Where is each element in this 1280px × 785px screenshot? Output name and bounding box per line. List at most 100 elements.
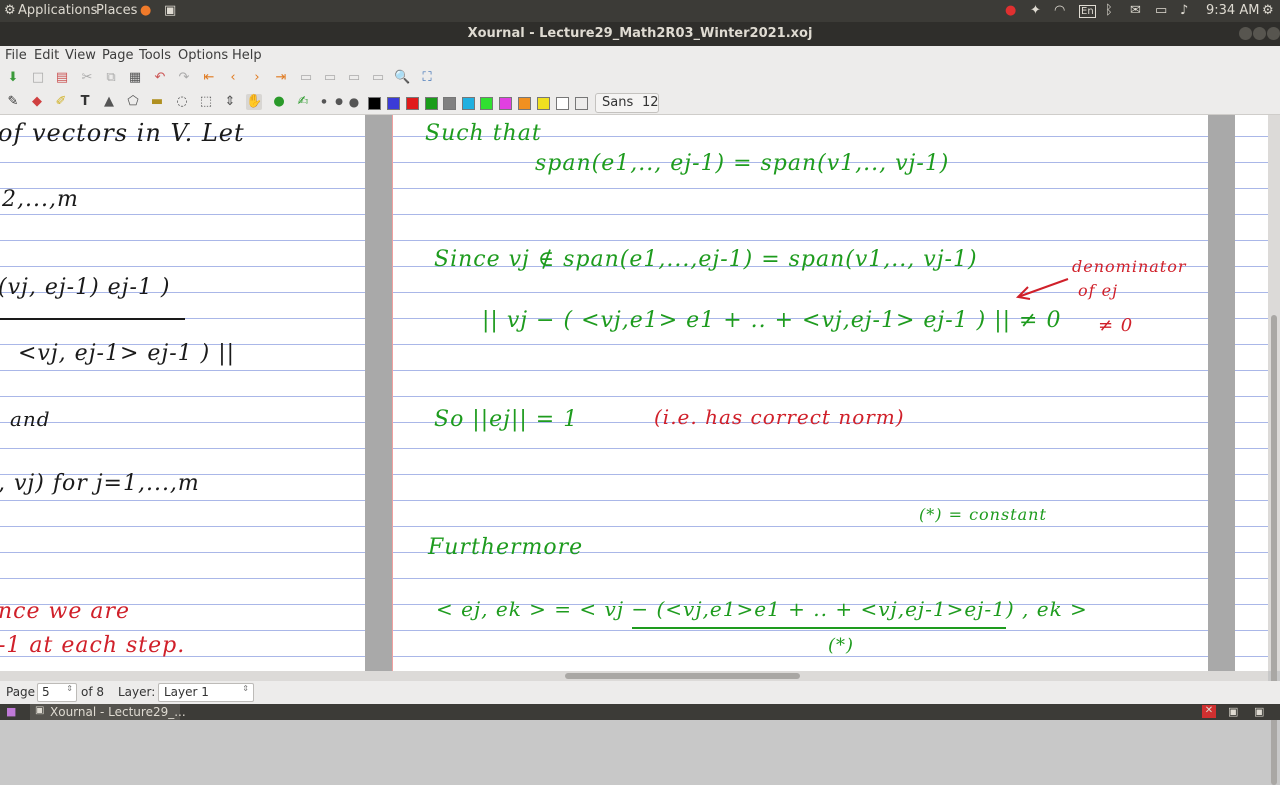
- menu-page[interactable]: Page: [102, 48, 133, 63]
- zoom-fit-icon[interactable]: ▭: [322, 70, 338, 86]
- pen-icon[interactable]: ✎: [5, 94, 21, 110]
- copy-icon[interactable]: ⧉: [103, 70, 119, 86]
- open-icon[interactable]: ▤: [54, 70, 70, 86]
- drawing-canvas[interactable]: of vectors in V. Let 2,...,m (vj, ej-1) …: [0, 115, 1268, 671]
- workspace-switcher-icon[interactable]: ▣: [1254, 705, 1264, 718]
- fullscreen-icon[interactable]: ⛶: [419, 70, 435, 86]
- ink-correct-norm: (i.e. has correct norm): [654, 405, 905, 429]
- dropdown-arrows-icon[interactable]: ⇕: [242, 684, 249, 693]
- terminal-icon[interactable]: ▣: [164, 3, 176, 18]
- vertical-scrollbar[interactable]: [1268, 115, 1280, 785]
- color-red[interactable]: [406, 97, 419, 110]
- color-light-blue[interactable]: [462, 97, 475, 110]
- zoom-in-icon[interactable]: ▭: [370, 70, 386, 86]
- color-custom[interactable]: [575, 97, 588, 110]
- underline: [632, 627, 1006, 629]
- color-green[interactable]: [425, 97, 438, 110]
- gear-icon[interactable]: ⚙: [4, 3, 16, 18]
- menu-view[interactable]: View: [65, 48, 96, 63]
- battery-icon[interactable]: ▭: [1155, 3, 1167, 18]
- cut-icon[interactable]: ✂: [79, 70, 95, 86]
- new-icon[interactable]: □: [30, 70, 46, 86]
- next-page-icon[interactable]: ›: [249, 70, 265, 86]
- layer-select[interactable]: Layer 1 ⇕: [158, 683, 254, 702]
- paste-icon[interactable]: ▦: [127, 70, 143, 86]
- keyboard-layout-indicator[interactable]: En: [1079, 5, 1096, 18]
- dropbox-icon[interactable]: ✦: [1030, 3, 1041, 18]
- applications-menu[interactable]: Applications: [18, 3, 97, 18]
- show-desktop-icon[interactable]: ■: [6, 705, 16, 718]
- ruler-icon[interactable]: ▬: [149, 94, 165, 110]
- default-pen-icon[interactable]: ●: [271, 94, 287, 110]
- color-yellow[interactable]: [537, 97, 550, 110]
- trash-icon[interactable]: ✕: [1202, 705, 1216, 718]
- workspace-icon[interactable]: ▣: [1228, 705, 1238, 718]
- first-page-icon[interactable]: ⇤: [201, 70, 217, 86]
- color-blue[interactable]: [387, 97, 400, 110]
- medium-stroke-icon[interactable]: ●: [331, 94, 347, 110]
- places-menu[interactable]: Places: [96, 3, 137, 18]
- window-title: Xournal - Lecture29_Math2R03_Winter2021.…: [467, 26, 813, 41]
- redo-icon[interactable]: ↷: [176, 70, 192, 86]
- mail-icon[interactable]: ✉: [1130, 3, 1141, 18]
- vertical-space-icon[interactable]: ⇕: [222, 94, 238, 110]
- menu-tools[interactable]: Tools: [139, 48, 171, 63]
- save-icon[interactable]: ⬇: [5, 70, 21, 86]
- image-tool-icon[interactable]: ▲: [101, 94, 117, 110]
- search-icon[interactable]: 🔍: [394, 70, 410, 86]
- spinner-arrows-icon[interactable]: ⇕: [66, 684, 73, 693]
- lasso-select-icon[interactable]: ◌: [174, 94, 190, 110]
- zoom-100-icon[interactable]: ▭: [346, 70, 362, 86]
- maximize-button[interactable]: [1253, 27, 1266, 40]
- thick-stroke-icon[interactable]: ●: [346, 94, 362, 110]
- ink-since-line: Since vj ∉ span(e1,...,ej-1) = span(v1,.…: [434, 247, 978, 272]
- layer-value: Layer 1: [164, 685, 209, 699]
- ink-norm-nonzero: || vj − ( <vj,e1> e1 + .. + <vj,ej-1> ej…: [482, 308, 1062, 333]
- highlighter-icon[interactable]: ✐: [53, 94, 69, 110]
- color-white[interactable]: [556, 97, 569, 110]
- taskbar-item-label: Xournal - Lecture29_...: [50, 705, 186, 719]
- minimize-button[interactable]: [1239, 27, 1252, 40]
- ink-star: (*): [828, 635, 855, 656]
- clock[interactable]: 9:34 AM: [1206, 3, 1259, 18]
- wifi-icon[interactable]: ◠: [1054, 3, 1065, 18]
- horizontal-scrollbar[interactable]: [0, 671, 1268, 681]
- menu-options[interactable]: Options: [178, 48, 228, 63]
- menu-file[interactable]: File: [5, 48, 27, 63]
- last-page-icon[interactable]: ⇥: [273, 70, 289, 86]
- ink-left-8: -1 at each step.: [0, 633, 186, 658]
- system-gear-icon[interactable]: ⚙: [1262, 3, 1274, 18]
- volume-icon[interactable]: ♪: [1180, 3, 1188, 18]
- menu-help[interactable]: Help: [232, 48, 262, 63]
- thin-stroke-icon[interactable]: ●: [316, 94, 332, 110]
- note-constant: (*) = constant: [919, 505, 1047, 524]
- menu-edit[interactable]: Edit: [34, 48, 59, 63]
- font-button[interactable]: Sans 12: [595, 93, 659, 113]
- page-number-input[interactable]: 5 ⇕: [37, 683, 77, 702]
- horizontal-scrollbar-thumb[interactable]: [565, 673, 800, 679]
- color-magenta[interactable]: [499, 97, 512, 110]
- eraser-icon[interactable]: ◆: [29, 94, 45, 110]
- close-button[interactable]: [1267, 27, 1280, 40]
- previous-page-icon[interactable]: ‹: [225, 70, 241, 86]
- taskbar-item-xournal[interactable]: Xournal - Lecture29_... ▣: [30, 704, 186, 720]
- zoom-out-icon[interactable]: ▭: [298, 70, 314, 86]
- color-orange[interactable]: [518, 97, 531, 110]
- bluetooth-icon[interactable]: ᛒ: [1105, 3, 1113, 18]
- undo-icon[interactable]: ↶: [152, 70, 168, 86]
- page-previous[interactable]: of vectors in V. Let 2,...,m (vj, ej-1) …: [0, 115, 365, 671]
- color-gray[interactable]: [443, 97, 456, 110]
- top-panel: ⚙ Applications Places ● ▣ ● ✦ ◠ En ᛒ ✉ ▭…: [0, 0, 1280, 22]
- default-tool-icon[interactable]: ✍: [295, 94, 311, 110]
- recording-icon[interactable]: ●: [1005, 3, 1016, 18]
- page-next[interactable]: [1235, 115, 1268, 671]
- page-current[interactable]: Such that span(e1,.., ej-1) = span(v1,..…: [392, 115, 1208, 671]
- text-tool-icon[interactable]: T: [77, 94, 93, 110]
- color-black[interactable]: [368, 97, 381, 110]
- note-denominator: denominator: [1072, 257, 1187, 276]
- color-light-green[interactable]: [480, 97, 493, 110]
- shape-recognizer-icon[interactable]: ⬠: [125, 94, 141, 110]
- rect-select-icon[interactable]: ⬚: [198, 94, 214, 110]
- firefox-icon[interactable]: ●: [140, 3, 151, 18]
- hand-tool-icon[interactable]: ✋: [246, 94, 262, 110]
